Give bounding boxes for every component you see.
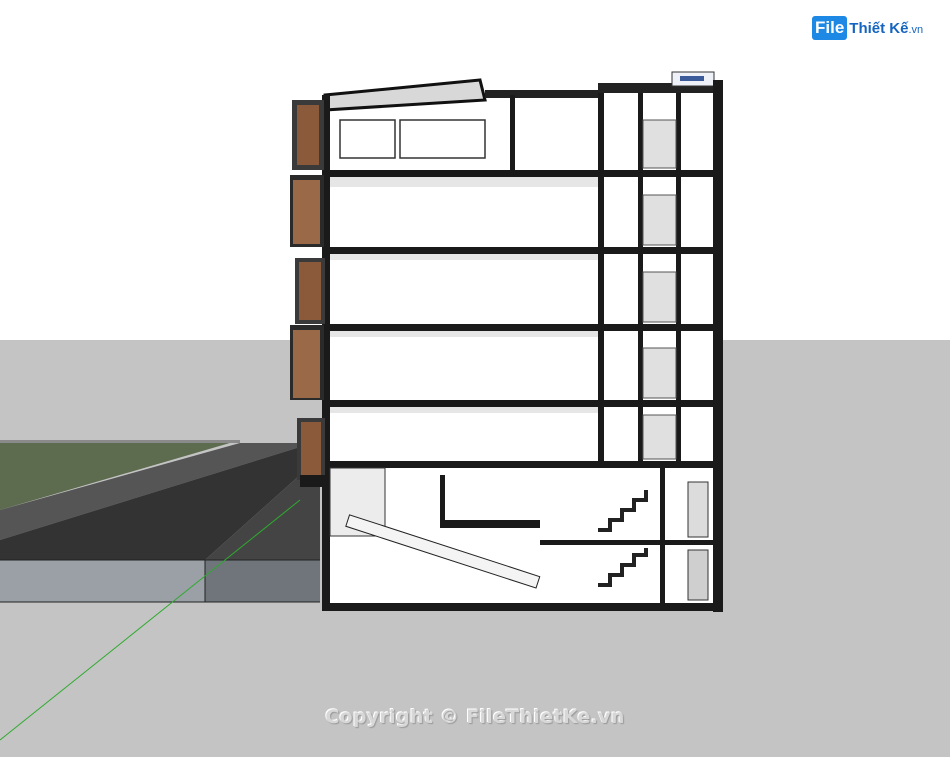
building bbox=[290, 71, 723, 612]
core-wall-b bbox=[638, 93, 643, 468]
sidewalk-front-face bbox=[205, 560, 320, 602]
road-front-face bbox=[0, 560, 205, 602]
copyright-watermark: Copyright © FileThietKe.vn bbox=[325, 706, 625, 728]
slab-5 bbox=[322, 247, 720, 254]
slab-2 bbox=[322, 461, 720, 468]
slab-mezzanine bbox=[540, 540, 720, 545]
roof-room-wall bbox=[510, 95, 515, 171]
roof-parapet bbox=[485, 90, 600, 98]
core-wall-c bbox=[676, 93, 681, 468]
logo-name-text: Thiết Kế.vn bbox=[849, 20, 923, 37]
slab-4 bbox=[322, 324, 720, 331]
right-wall bbox=[713, 80, 723, 612]
core-wall-a bbox=[598, 93, 604, 468]
slab-3 bbox=[322, 400, 720, 407]
elevator-door-lower bbox=[687, 549, 709, 601]
site-logo[interactable]: File Thiết Kế.vn bbox=[812, 12, 932, 44]
mezzanine-deck bbox=[440, 520, 540, 528]
logo-box-text: File bbox=[812, 16, 848, 40]
building-section-render bbox=[0, 71, 950, 757]
slab-roof bbox=[322, 170, 720, 177]
elevator-door bbox=[687, 481, 709, 538]
logo-main-text: Thiết Kế bbox=[849, 19, 909, 37]
logo-tld-text: .vn bbox=[908, 23, 924, 36]
grass-edge bbox=[0, 440, 240, 443]
